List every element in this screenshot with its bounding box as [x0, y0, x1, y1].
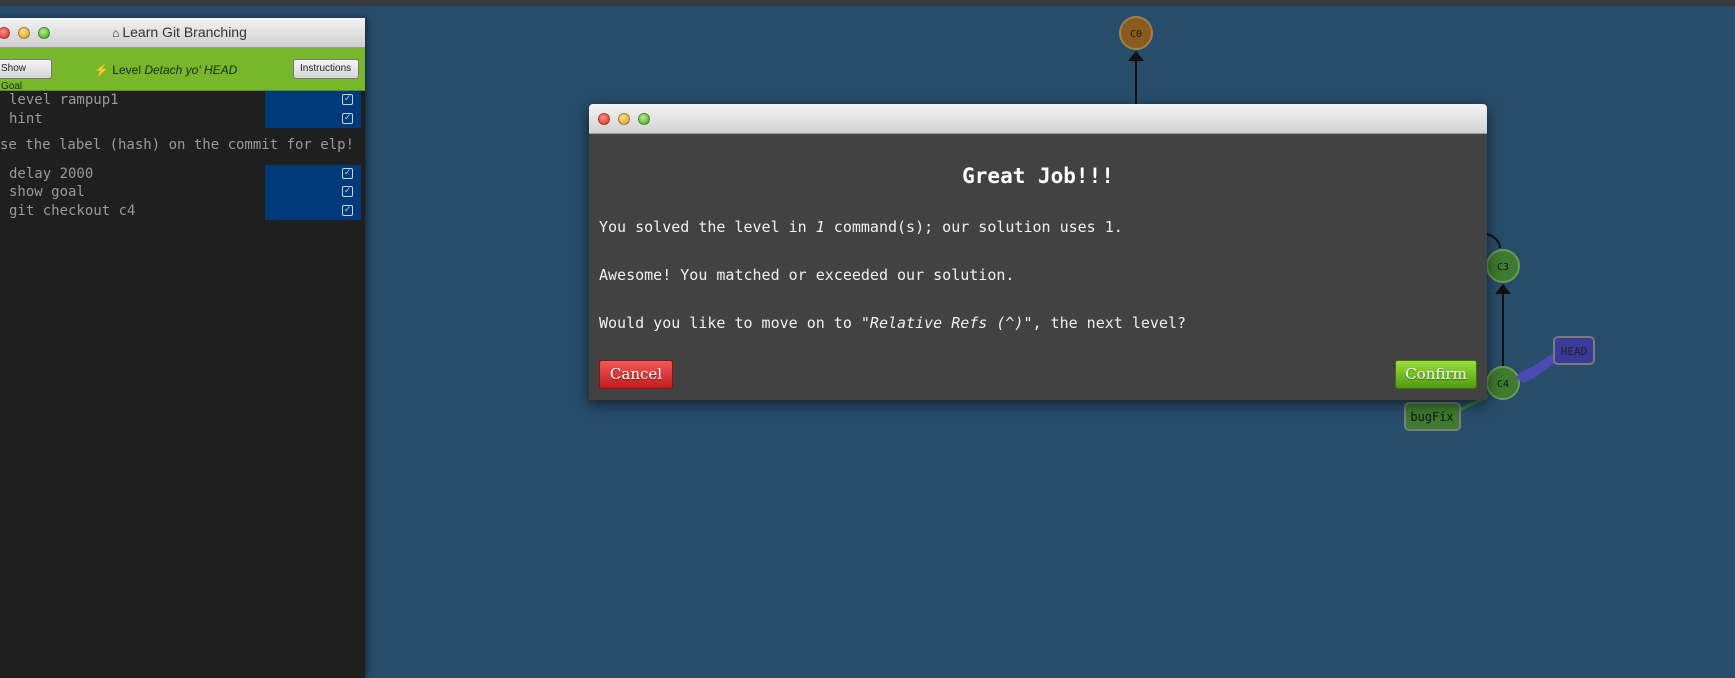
dialog-window-controls: [598, 113, 650, 125]
maximize-icon[interactable]: [638, 113, 650, 125]
command-status: ✓: [265, 183, 361, 202]
line3-pre: Would you like to move on to: [599, 314, 861, 332]
commit-label-c4: C4: [1497, 379, 1509, 390]
dialog-line-awesome: Awesome! You matched or exceeded our sol…: [599, 266, 1015, 284]
commit-c4[interactable]: C4: [1486, 366, 1520, 400]
command-status: ✓: [265, 164, 361, 183]
head-label: HEAD: [1561, 345, 1588, 358]
command-panel: ⌂ Learn Git Branching Show Goal ⚡ Level D…: [0, 18, 365, 678]
terminal-output: ✓ level rampup1 ✓ hint se the label (has…: [0, 91, 365, 220]
checkbox-icon: ✓: [342, 94, 353, 105]
command-line: ✓ hint: [0, 109, 365, 128]
command-text: git checkout c4: [9, 202, 136, 219]
level-bar: Show Goal ⚡ Level Detach yo' HEAD Instru…: [0, 48, 365, 92]
checkbox-icon: ✓: [342, 112, 353, 124]
line1-pre: You solved the level in: [599, 218, 816, 236]
command-text: level rampup1: [9, 92, 119, 108]
command-text: show goal: [9, 184, 85, 200]
checkbox-icon: ✓: [342, 204, 353, 216]
command-text: delay 2000: [9, 165, 94, 182]
panel-title-text: Learn Git Branching: [122, 24, 247, 40]
dialog-body: Great Job!!! You solved the level in 1 c…: [589, 164, 1487, 389]
level-complete-dialog: Great Job!!! You solved the level in 1 c…: [589, 104, 1487, 400]
command-text: hint: [9, 110, 43, 127]
next-level-name: "Relative Refs (^)": [860, 314, 1033, 332]
level-name: Detach yo' HEAD: [144, 63, 238, 77]
branch-label-bugfix: bugFix: [1410, 410, 1453, 424]
head-ref[interactable]: HEAD: [1553, 336, 1595, 365]
commit-c3[interactable]: C3: [1486, 249, 1520, 283]
command-status: ✓: [265, 91, 361, 110]
command-line: ✓ delay 2000: [0, 164, 365, 183]
close-icon[interactable]: [598, 113, 610, 125]
edge-c3-curve: [1486, 233, 1501, 249]
level-indicator: ⚡ Level Detach yo' HEAD: [94, 63, 237, 77]
dialog-titlebar: [589, 104, 1487, 134]
command-count: 1: [815, 218, 825, 236]
bolt-icon: ⚡: [94, 63, 109, 77]
command-status: ✓: [265, 109, 361, 128]
hint-message: se the label (hash) on the commit for el…: [0, 137, 355, 153]
line1-post: command(s); our solution uses 1.: [824, 218, 1123, 236]
home-icon: ⌂: [112, 26, 120, 40]
dialog-line-next: Would you like to move on to "Relative R…: [599, 314, 1186, 332]
commit-c0[interactable]: C0: [1119, 16, 1153, 50]
minimize-icon[interactable]: [618, 113, 630, 125]
branch-bugfix[interactable]: bugFix: [1404, 402, 1461, 431]
command-line: ✓ level rampup1: [0, 91, 365, 110]
dialog-line-solved: You solved the level in 1 command(s); ou…: [599, 218, 1123, 236]
cancel-button[interactable]: Cancel: [599, 360, 673, 389]
checkbox-icon: ✓: [342, 186, 353, 197]
command-line: ✓ show goal: [0, 183, 365, 202]
dialog-heading: Great Job!!!: [962, 164, 1114, 188]
panel-titlebar: ⌂ Learn Git Branching: [0, 18, 365, 48]
edge-c0-arrowhead: [1128, 51, 1144, 61]
line3-post: , the next level?: [1032, 314, 1187, 332]
command-line: ✓ git checkout c4: [0, 201, 365, 220]
instructions-button[interactable]: Instructions: [293, 59, 359, 79]
show-goal-button[interactable]: Show Goal: [0, 59, 52, 92]
commit-label-c0: C0: [1130, 29, 1142, 40]
command-status: ✓: [265, 201, 361, 220]
commit-label-c3: C3: [1497, 262, 1509, 273]
panel-title: ⌂ Learn Git Branching: [0, 24, 365, 40]
level-prefix: Level: [112, 63, 141, 77]
edge-c4-arrowhead: [1495, 284, 1511, 294]
confirm-button[interactable]: Confirm: [1395, 360, 1477, 389]
checkbox-icon: ✓: [342, 167, 353, 179]
